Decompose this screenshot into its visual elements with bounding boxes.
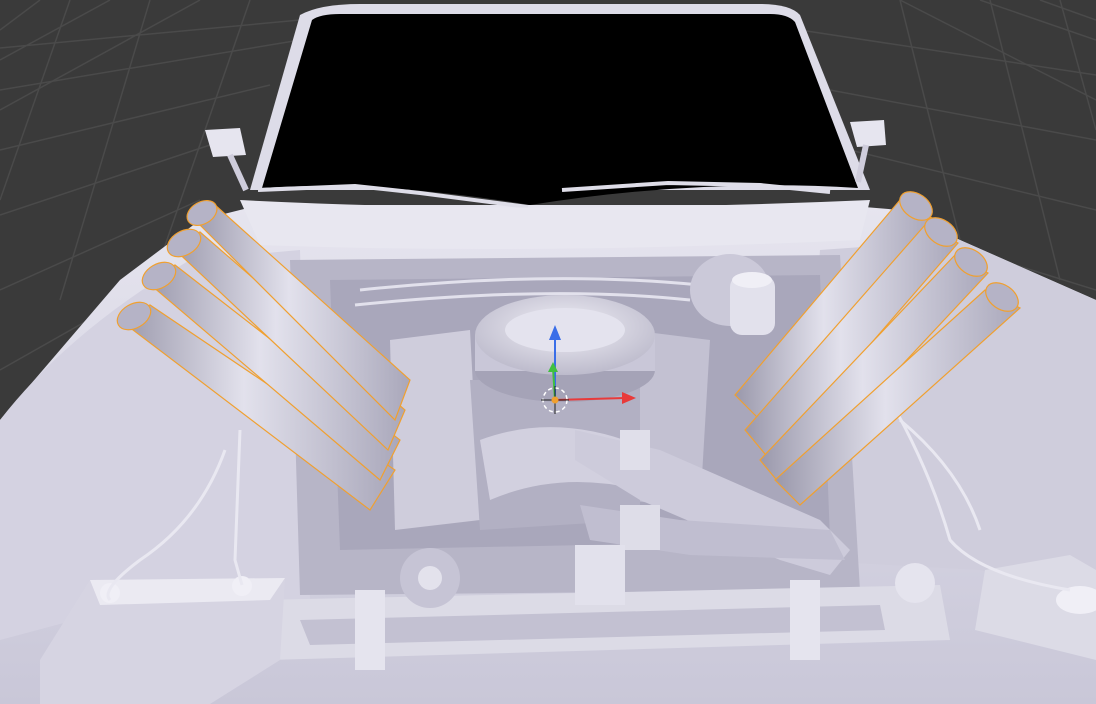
windshield	[262, 14, 858, 205]
3d-viewport[interactable]	[0, 0, 1096, 704]
object-origin	[551, 396, 559, 404]
mirror-left	[205, 128, 249, 192]
viewport-scene[interactable]	[0, 0, 1096, 704]
air-cleaner[interactable]	[475, 295, 655, 402]
